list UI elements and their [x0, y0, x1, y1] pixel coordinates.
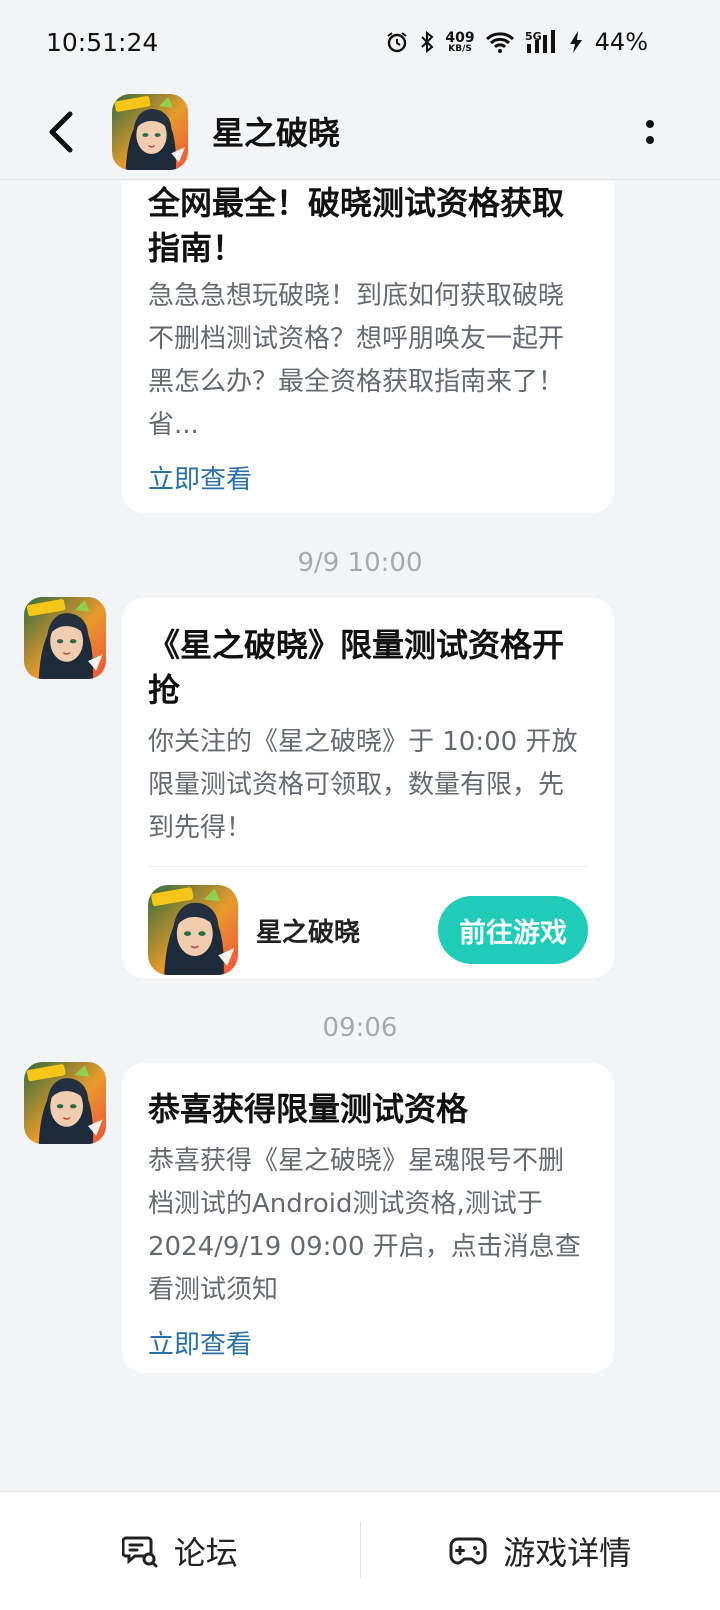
- more-menu-button[interactable]: [638, 108, 662, 156]
- status-bar: 10:51:24 409 KB/S 5G 44%: [0, 0, 720, 84]
- game-avatar-image: [112, 94, 188, 170]
- message-title: 恭喜获得限量测试资格: [148, 1090, 469, 1128]
- forum-chat-icon: [121, 1536, 158, 1568]
- message-timestamp: 9/9 10:00: [297, 548, 423, 578]
- sender-avatar-image: [24, 597, 106, 679]
- more-dot: [646, 120, 654, 128]
- view-now-link[interactable]: 立即查看: [148, 1328, 252, 1362]
- message-body: 恭喜获得《星之破晓》星魂限号不删档测试的Android测试资格,测试于2024/…: [148, 1146, 581, 1305]
- tab-forum-label: 论坛: [173, 1534, 238, 1572]
- status-icons: 409 KB/S 5G 44%: [385, 28, 648, 56]
- app-header: 星之破晓: [0, 84, 720, 180]
- game-avatar[interactable]: [112, 94, 188, 170]
- message-list[interactable]: 全网最全！破晓测试资格获取指南！ 急急急想玩破晓！到底如何获取破晓不删档测试资格…: [0, 181, 720, 1491]
- net-speed-value: 409: [445, 29, 475, 46]
- alarm-icon: [385, 30, 409, 54]
- message-body: 急急急想玩破晓！到底如何获取破晓不删档测试资格？想呼朋唤友一起开黑怎么办？最全资…: [148, 281, 565, 440]
- network-type-label: 5G: [525, 30, 542, 43]
- game-icon-image: [148, 885, 238, 975]
- sender-avatar-image: [24, 1062, 106, 1144]
- tab-game-details[interactable]: 游戏详情: [361, 1492, 720, 1610]
- game-row[interactable]: 星之破晓 前往游戏: [148, 867, 588, 993]
- battery-percentage: 44%: [594, 28, 648, 56]
- wifi-icon: [485, 30, 515, 54]
- tab-forum[interactable]: 论坛: [0, 1492, 360, 1610]
- message-card-qualification[interactable]: 恭喜获得限量测试资格 恭喜获得《星之破晓》星魂限号不删档测试的Android测试…: [122, 1063, 614, 1373]
- tab-game-details-label: 游戏详情: [503, 1534, 632, 1572]
- message-title: 《星之破晓》限量测试资格开抢: [148, 626, 565, 709]
- bluetooth-icon: [419, 30, 435, 54]
- sender-avatar[interactable]: [24, 1062, 106, 1144]
- game-icon[interactable]: [148, 885, 238, 975]
- message-timestamp: 09:06: [322, 1013, 398, 1043]
- more-dot: [646, 136, 654, 144]
- back-arrow-icon: [49, 111, 73, 153]
- charging-icon: [569, 30, 583, 54]
- page-title: 星之破晓: [212, 114, 341, 152]
- message-body: 你关注的《星之破晓》于 10:00 开放限量测试资格可领取，数量有限，先到先得！: [148, 727, 578, 843]
- sender-avatar[interactable]: [24, 597, 106, 679]
- signal-icon: 5G: [525, 29, 559, 55]
- status-time: 10:51:24: [46, 27, 159, 57]
- message-card-test-open[interactable]: 《星之破晓》限量测试资格开抢 你关注的《星之破晓》于 10:00 开放限量测试资…: [122, 598, 614, 978]
- gamepad-icon: [449, 1537, 487, 1565]
- net-speed: 409 KB/S: [445, 31, 474, 54]
- view-now-link[interactable]: 立即查看: [148, 463, 252, 497]
- net-speed-unit: KB/S: [448, 43, 472, 54]
- message-card-guide[interactable]: 全网最全！破晓测试资格获取指南！ 急急急想玩破晓！到底如何获取破晓不删档测试资格…: [122, 181, 614, 513]
- bottom-tab-bar: 论坛 游戏详情: [0, 1491, 720, 1610]
- go-to-game-button[interactable]: 前往游戏: [438, 896, 588, 964]
- game-name: 星之破晓: [256, 917, 361, 948]
- back-button[interactable]: [40, 106, 80, 158]
- message-title: 全网最全！破晓测试资格获取指南！: [148, 184, 565, 267]
